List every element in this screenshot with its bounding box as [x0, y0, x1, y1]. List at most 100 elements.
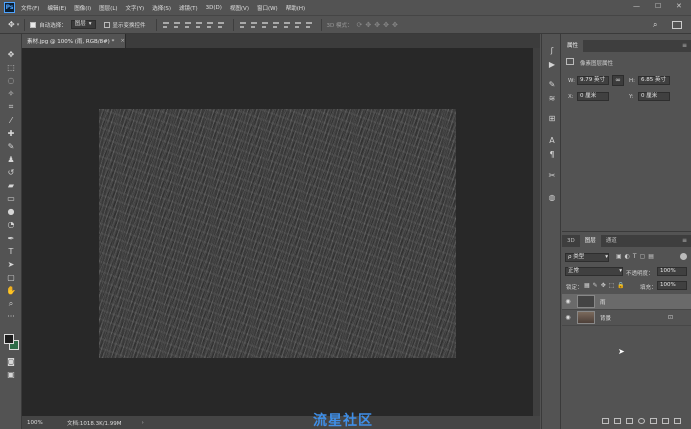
- layer-name[interactable]: 雨: [600, 298, 606, 306]
- clone-stamp-icon[interactable]: ♟: [5, 154, 17, 165]
- zoom-level[interactable]: 100%: [27, 420, 61, 426]
- layer-row-rain[interactable]: ◉ 雨: [562, 294, 691, 310]
- y-field[interactable]: 0 厘米: [638, 92, 670, 101]
- document-tab[interactable]: 素材.jpg @ 100% (雨, RGB/8#) * ×: [22, 34, 126, 48]
- distribute-right-icon[interactable]: [294, 21, 302, 29]
- distribute-hcenter-icon[interactable]: [283, 21, 291, 29]
- auto-select-dropdown[interactable]: 图层 ▾: [70, 20, 96, 29]
- menu-3d[interactable]: 3D(D): [206, 5, 222, 11]
- brushes-icon[interactable]: ≋: [547, 94, 557, 104]
- menu-layer[interactable]: 图层(L): [99, 4, 117, 12]
- pen-icon[interactable]: ✒: [5, 233, 17, 244]
- tool-presets-icon[interactable]: ✂: [547, 171, 557, 181]
- filter-kind-icons[interactable]: ▣◐T▢▤: [616, 253, 657, 260]
- screen-mode-icon[interactable]: ▣: [5, 369, 17, 380]
- layer-filter-dropdown[interactable]: ρ 类型 ▾: [565, 253, 609, 262]
- blend-mode-dropdown[interactable]: 正常 ▾: [565, 267, 623, 276]
- actions-icon[interactable]: ▶: [547, 60, 557, 70]
- distribute-vcenter-icon[interactable]: [250, 21, 258, 29]
- align-top-icon[interactable]: [162, 21, 170, 29]
- eraser-icon[interactable]: ▰: [5, 180, 17, 191]
- character-icon[interactable]: A: [547, 136, 557, 146]
- menu-filter[interactable]: 滤镜(T): [179, 4, 198, 12]
- brush-icon[interactable]: ✎: [5, 141, 17, 152]
- marquee-icon[interactable]: ⬚: [5, 62, 17, 73]
- align-right-icon[interactable]: [217, 21, 225, 29]
- x-field[interactable]: 0 厘米: [577, 92, 609, 101]
- adjustment-layer-icon[interactable]: [638, 418, 645, 424]
- close-tab-icon[interactable]: ×: [120, 38, 125, 44]
- add-mask-icon[interactable]: [626, 418, 633, 424]
- paragraph-icon[interactable]: ¶: [547, 150, 557, 160]
- tool-preset-chevron-icon[interactable]: ▾: [17, 22, 20, 28]
- maximize-button[interactable]: ☐: [655, 2, 661, 10]
- distribute-left-icon[interactable]: [272, 21, 280, 29]
- menu-type[interactable]: 文字(Y): [126, 4, 145, 12]
- align-hcenter-icon[interactable]: [206, 21, 214, 29]
- menu-image[interactable]: 图像(I): [74, 4, 91, 12]
- align-left-icon[interactable]: [195, 21, 203, 29]
- new-layer-icon[interactable]: [662, 418, 669, 424]
- crop-icon[interactable]: ⌗: [5, 101, 17, 112]
- hand-icon[interactable]: ✋: [5, 285, 17, 296]
- workspace-icon[interactable]: [672, 20, 682, 29]
- tab-3d[interactable]: 3D: [562, 235, 580, 247]
- fill-field[interactable]: 100%: [657, 281, 687, 290]
- more-tools-icon[interactable]: ···: [5, 311, 17, 322]
- tab-channels[interactable]: 通道: [601, 235, 622, 247]
- lock-icons[interactable]: ▦✎✥⬚🔒: [584, 282, 628, 289]
- quick-mask-icon[interactable]: ◙: [5, 356, 17, 367]
- history-icon[interactable]: ʃ: [547, 46, 557, 56]
- menu-edit[interactable]: 编辑(E): [47, 4, 66, 12]
- auto-select-checkbox[interactable]: [30, 21, 37, 28]
- foreground-color-swatch[interactable]: [4, 334, 14, 344]
- brush-settings-icon[interactable]: ✎: [547, 80, 557, 90]
- dodge-icon[interactable]: ◔: [5, 219, 17, 230]
- new-group-icon[interactable]: [650, 418, 657, 424]
- link-dimensions-button[interactable]: ∞: [612, 75, 624, 86]
- minimize-button[interactable]: —: [633, 2, 640, 10]
- link-layers-icon[interactable]: [602, 418, 609, 424]
- tab-layers[interactable]: 图层: [579, 235, 601, 247]
- distribute-bottom-icon[interactable]: [261, 21, 269, 29]
- search-icon[interactable]: ⌕: [653, 20, 657, 30]
- opacity-field[interactable]: 100%: [657, 267, 687, 276]
- vertical-scrollbar[interactable]: [533, 48, 540, 416]
- menu-file[interactable]: 文件(F): [21, 4, 39, 12]
- move-icon[interactable]: ✥: [5, 49, 17, 60]
- healing-brush-icon[interactable]: ✚: [5, 128, 17, 139]
- menu-help[interactable]: 帮助(H): [286, 4, 305, 12]
- gradient-icon[interactable]: ▭: [5, 193, 17, 204]
- panel-menu-icon[interactable]: ≡: [682, 42, 687, 49]
- eyedropper-icon[interactable]: ⁄: [5, 115, 17, 126]
- menu-view[interactable]: 视图(V): [230, 4, 249, 12]
- width-field[interactable]: 9.79 英寸: [577, 76, 609, 85]
- close-window-button[interactable]: ✕: [676, 2, 682, 10]
- blur-icon[interactable]: ●: [5, 206, 17, 217]
- auto-align-icon[interactable]: [305, 21, 313, 29]
- 3d-icon[interactable]: ◍: [547, 193, 557, 203]
- path-selection-icon[interactable]: ➤: [5, 259, 17, 270]
- status-menu-arrow-icon[interactable]: ›: [142, 420, 144, 426]
- align-vcenter-icon[interactable]: [173, 21, 181, 29]
- height-field[interactable]: 6.85 英寸: [638, 76, 670, 85]
- delete-layer-icon[interactable]: [674, 418, 681, 424]
- type-icon[interactable]: T: [5, 246, 17, 257]
- filter-toggle-icon[interactable]: [680, 253, 687, 260]
- tab-properties[interactable]: 属性: [562, 40, 584, 52]
- magic-wand-icon[interactable]: ✧: [5, 88, 17, 99]
- lasso-icon[interactable]: ◌: [5, 75, 17, 86]
- menu-select[interactable]: 选择(S): [152, 4, 171, 12]
- rain-image[interactable]: [99, 109, 456, 358]
- show-transform-checkbox[interactable]: [103, 21, 110, 28]
- distribute-top-icon[interactable]: [239, 21, 247, 29]
- shape-icon[interactable]: ▢: [5, 272, 17, 283]
- clone-source-icon[interactable]: ⊞: [547, 114, 557, 124]
- align-bottom-icon[interactable]: [184, 21, 192, 29]
- move-tool-icon[interactable]: ✥: [8, 20, 15, 29]
- layers-panel-menu-icon[interactable]: ≡: [682, 237, 687, 244]
- visibility-eye-icon[interactable]: ◉: [562, 298, 574, 305]
- layer-name[interactable]: 背景: [600, 314, 611, 322]
- 3d-mode-icons[interactable]: ⟳✥✥✥✥: [357, 21, 401, 29]
- layer-style-icon[interactable]: [614, 418, 621, 424]
